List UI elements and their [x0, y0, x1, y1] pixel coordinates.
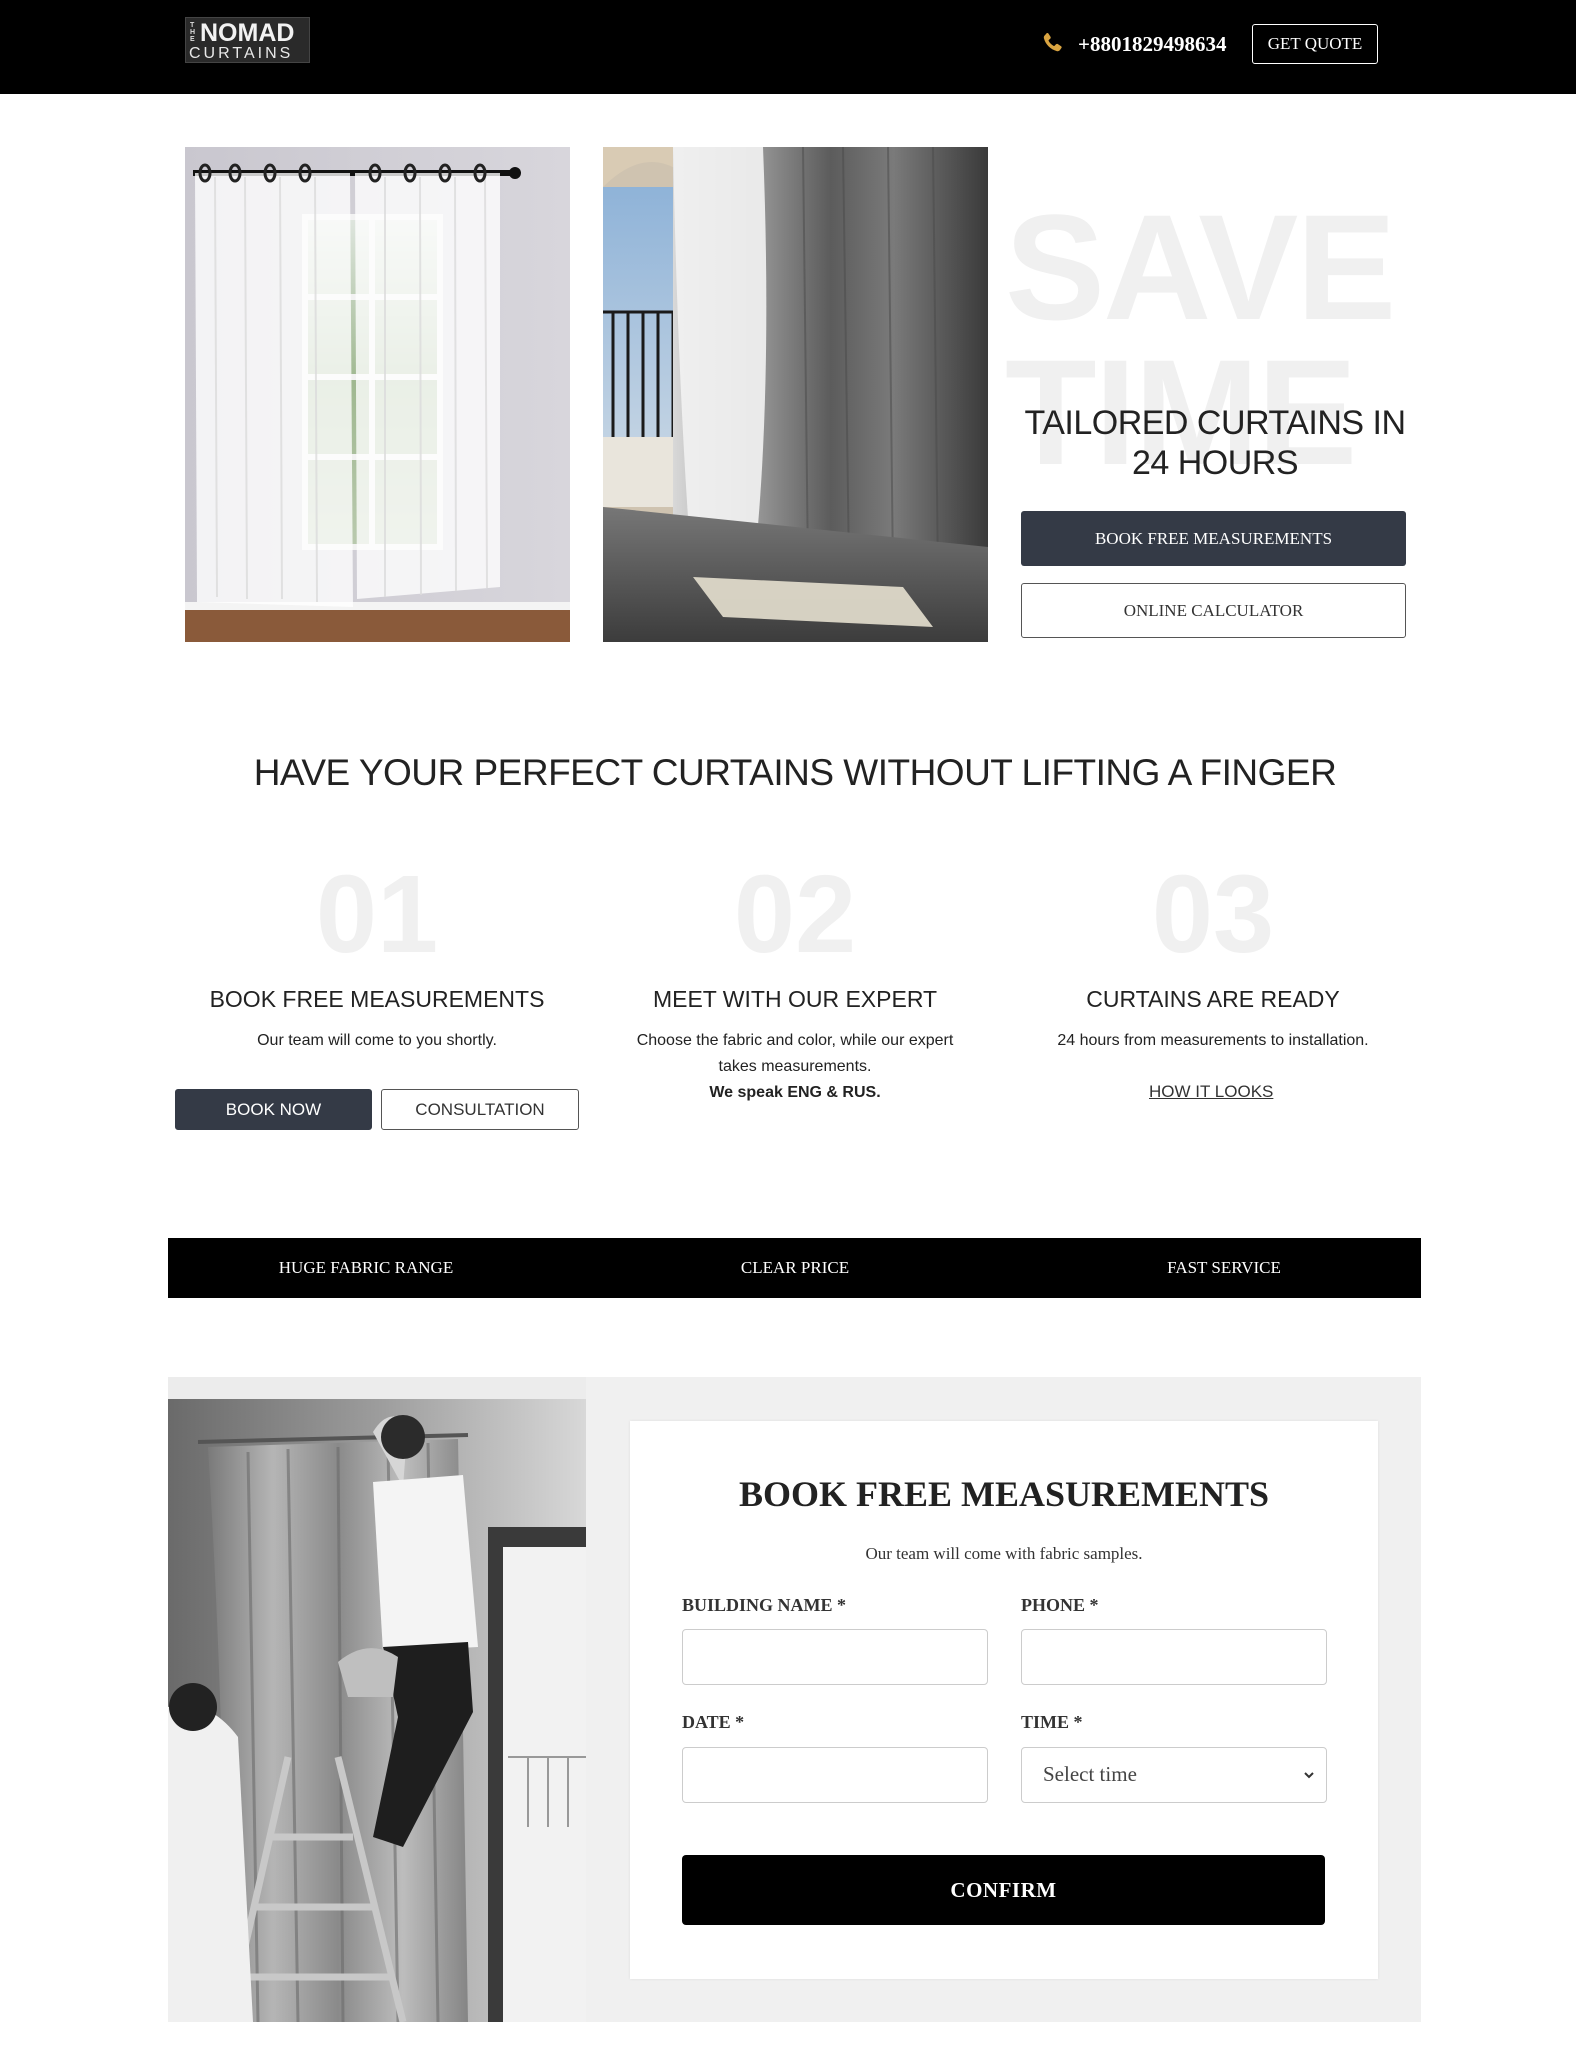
feature-clear-price: CLEAR PRICE: [740, 1258, 850, 1277]
bg-text-save: SAVE: [1005, 183, 1396, 351]
time-select-value: Select time: [1043, 1762, 1137, 1786]
get-quote-button[interactable]: GET QUOTE: [1252, 24, 1378, 64]
step-title: MEET WITH OUR EXPERT: [652, 986, 938, 1012]
step-title: BOOK FREE MEASUREMENTS: [209, 986, 545, 1012]
date-label: DATE *: [682, 1712, 745, 1732]
phone-label: PHONE *: [1021, 1595, 1099, 1615]
date-input[interactable]: [682, 1747, 988, 1803]
step-2: 02 MEET WITH OUR EXPERT Choose the fabri…: [585, 855, 1005, 1106]
step-number: 01: [315, 853, 439, 976]
consultation-button[interactable]: CONSULTATION: [381, 1089, 579, 1130]
section-heading: HAVE YOUR PERFECT CURTAINS WITHOUT LIFTI…: [253, 752, 1337, 793]
chevron-down-icon: [1304, 1772, 1314, 1779]
languages-note: We speak ENG & RUS.: [709, 1084, 881, 1101]
step-1: 01 BOOK FREE MEASUREMENTS Our team will …: [167, 855, 587, 1054]
logo-the: THE: [190, 22, 196, 43]
hero-title: TAILORED CURTAINS IN 24 HOURS: [1010, 403, 1420, 483]
booking-form: BOOK FREE MEASUREMENTS Our team will com…: [630, 1421, 1378, 1979]
form-subtitle: Our team will come with fabric samples.: [865, 1544, 1143, 1563]
feature-fast-service: FAST SERVICE: [1167, 1258, 1281, 1277]
building-name-label: BUILDING NAME *: [682, 1595, 847, 1615]
online-calculator-button[interactable]: ONLINE CALCULATOR: [1021, 583, 1406, 638]
step-number: 03: [1151, 853, 1275, 976]
installers-photo: [168, 1377, 586, 2022]
step-3: 03 CURTAINS ARE READY 24 hours from meas…: [1003, 855, 1423, 1054]
step-number: 02: [733, 853, 857, 976]
sheer-curtains-photo: [185, 147, 570, 642]
features-bar: HUGE FABRIC RANGE CLEAR PRICE FAST SERVI…: [168, 1238, 1421, 1298]
confirm-button[interactable]: CONFIRM: [682, 1855, 1325, 1925]
building-name-input[interactable]: [682, 1629, 988, 1685]
how-it-looks-link[interactable]: HOW IT LOOKS: [1149, 1082, 1273, 1102]
feature-fabric-range: HUGE FABRIC RANGE: [278, 1258, 454, 1277]
time-select[interactable]: Select time: [1021, 1747, 1327, 1803]
step-description: 24 hours from measurements to installati…: [1057, 1032, 1369, 1049]
brand-logo[interactable]: THE NOMAD CURTAINS: [185, 17, 310, 63]
step-description-line2: takes measurements.: [718, 1058, 872, 1075]
phone-input[interactable]: [1021, 1629, 1327, 1685]
hero-title-line2: 24 HOURS: [1131, 444, 1299, 482]
phone-number-link[interactable]: +8801829498634: [1078, 31, 1226, 57]
step-description: Our team will come to you shortly.: [257, 1032, 497, 1049]
step-description-line1: Choose the fabric and color, while our e…: [636, 1032, 954, 1049]
logo-nomad: NOMAD: [200, 19, 295, 47]
book-free-measurements-button[interactable]: BOOK FREE MEASUREMENTS: [1021, 511, 1406, 566]
header-bar: THE NOMAD CURTAINS +8801829498634 GET QU…: [0, 0, 1576, 94]
step-description: Choose the fabric and color, while our e…: [585, 1028, 1005, 1106]
hero-title-line1: TAILORED CURTAINS IN: [1024, 404, 1406, 442]
book-now-button[interactable]: BOOK NOW: [175, 1089, 372, 1130]
time-label: TIME *: [1021, 1712, 1083, 1732]
form-title: BOOK FREE MEASUREMENTS: [738, 1474, 1270, 1514]
logo-curtains: CURTAINS: [189, 45, 294, 62]
blackout-curtains-photo: [603, 147, 988, 642]
step-title: CURTAINS ARE READY: [1086, 986, 1340, 1012]
phone-icon: [1043, 32, 1062, 52]
